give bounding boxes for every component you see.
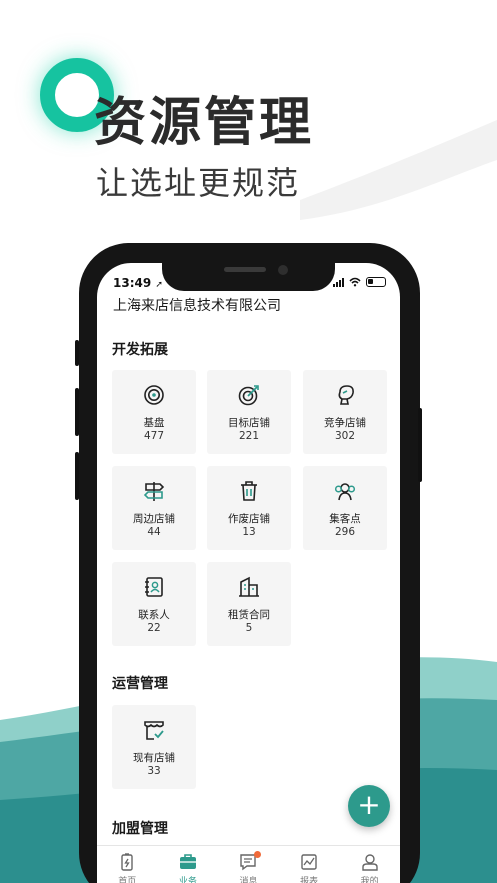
status-icons [333,277,386,287]
hero-title: 资源管理 [94,93,315,153]
card-jipan[interactable]: 基盘 477 [112,370,196,454]
user-icon [361,854,378,871]
speaker-grille [224,267,266,272]
phone-volume-down-button [75,452,79,500]
bottom-tab-bar: 首页 业务 消息 报表 我的 [97,845,400,883]
tab-label: 业务 [178,877,197,883]
card-count: 13 [242,526,256,538]
company-name: 上海来店信息技术有限公司 [113,298,281,314]
tab-label: 报表 [300,877,319,883]
hero-subtitle: 让选址更规范 [96,164,301,202]
location-arrow-icon: ➚ [155,280,163,290]
phone-volume-up-button [75,388,79,436]
section-title-franchise: 加盟管理 [112,821,168,837]
card-contacts[interactable]: 联系人 22 [112,562,196,646]
battery-icon [366,277,386,287]
section-title-expand: 开发拓展 [112,342,168,358]
card-label: 联系人 [138,609,170,621]
phone-power-button [418,408,422,482]
card-count: 5 [245,622,253,634]
home-icon [121,853,133,871]
wifi-icon [349,277,361,287]
front-camera [278,265,288,275]
card-label: 目标店铺 [228,417,270,429]
card-label: 现有店铺 [133,752,175,764]
card-count: 22 [147,622,161,634]
building-icon [239,576,259,597]
cellular-signal-icon [333,277,344,287]
tab-messages[interactable]: 消息 [218,846,279,883]
card-count: 44 [147,526,161,538]
card-nearby-stores[interactable]: 周边店铺 44 [112,466,196,550]
boxing-glove-icon [338,385,354,405]
phone-screen: 13:49 ➚ 上海来店信息技术有限公司 开发拓展 基盘 477 目标店铺 22… [97,263,400,883]
target-icon [144,385,164,405]
contact-book-icon [145,577,163,597]
tab-label: 消息 [239,877,258,883]
tab-business[interactable]: 业务 [158,846,219,883]
tab-home[interactable]: 首页 [97,846,158,883]
card-label: 作废店铺 [228,513,270,525]
card-competitor-stores[interactable]: 竞争店铺 302 [303,370,387,454]
card-count: 477 [143,430,165,442]
signpost-icon [143,482,165,501]
tab-reports[interactable]: 报表 [279,846,340,883]
chart-icon [301,854,317,870]
section-title-operation: 运营管理 [112,676,168,692]
card-void-stores[interactable]: 作废店铺 13 [207,466,291,550]
trash-icon [241,481,257,501]
card-gathering-points[interactable]: 集客点 296 [303,466,387,550]
tab-profile[interactable]: 我的 [339,846,400,883]
card-label: 集客点 [329,513,361,525]
store-check-icon [144,721,164,740]
people-group-icon [334,483,356,501]
card-count: 296 [334,526,356,538]
phone-notch [162,263,335,291]
card-count: 33 [147,765,161,777]
briefcase-icon [179,854,196,869]
card-label: 基盘 [143,417,165,429]
tab-label: 首页 [118,877,137,883]
card-label: 竞争店铺 [324,417,366,429]
card-target-stores[interactable]: 目标店铺 221 [207,370,291,454]
card-label: 周边店铺 [133,513,175,525]
card-count: 302 [334,430,356,442]
tab-label: 我的 [360,877,379,883]
card-lease-contracts[interactable]: 租赁合同 5 [207,562,291,646]
phone-side-button [75,340,79,366]
dart-target-icon [238,385,259,406]
unread-badge-dot [254,851,262,858]
card-count: 221 [238,430,260,442]
card-label: 租赁合同 [228,609,270,621]
card-existing-stores[interactable]: 现有店铺 33 [112,705,196,789]
status-time: 13:49 ➚ [113,276,163,290]
add-fab-button[interactable]: + [348,785,390,827]
